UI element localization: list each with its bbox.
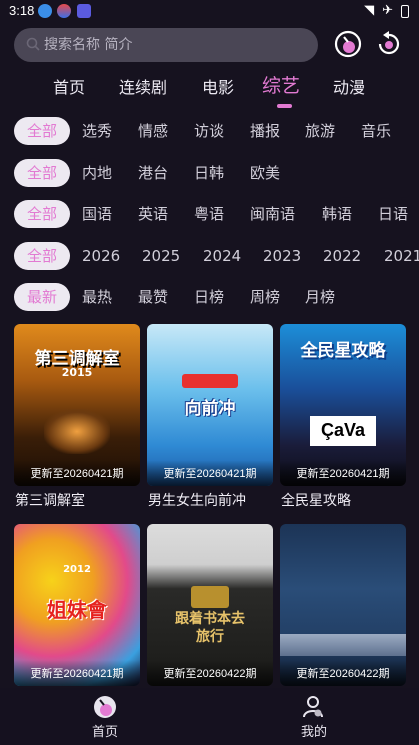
- filter-chip[interactable]: 2022: [323, 242, 361, 270]
- filter-chip[interactable]: 内地: [82, 159, 112, 187]
- tab-anime[interactable]: 动漫: [333, 74, 365, 98]
- tab-home[interactable]: 首页: [53, 74, 85, 98]
- show-title[interactable]: 全民星攻略: [281, 490, 351, 510]
- battery-icon: [401, 4, 409, 18]
- filter-chip[interactable]: 日榜: [194, 283, 224, 311]
- tab-series[interactable]: 连续剧: [119, 74, 167, 98]
- filter-chip[interactable]: 情感: [138, 117, 168, 145]
- filter-chip[interactable]: 闽南语: [250, 200, 295, 228]
- update-badge: 更新至20260421期: [14, 460, 140, 486]
- nav-profile[interactable]: 我的: [274, 688, 354, 745]
- filter-chip[interactable]: 最赞: [138, 283, 168, 311]
- filter-chip-selected[interactable]: 全部: [14, 159, 70, 187]
- show-poster[interactable]: 跟着书本去旅行 更新至20260422期: [147, 524, 273, 686]
- filter-row-year: 全部 2026 2025 2024 2023 2022 2021: [0, 242, 419, 272]
- search-input[interactable]: [44, 28, 304, 62]
- game-notification-icon: [77, 4, 91, 18]
- update-badge: 更新至20260422期: [280, 660, 406, 686]
- filter-chip-selected[interactable]: 最新: [14, 283, 70, 311]
- update-badge: 更新至20260422期: [147, 660, 273, 686]
- filter-chip-selected[interactable]: 全部: [14, 117, 70, 145]
- show-poster[interactable]: 向前冲 更新至20260421期: [147, 324, 273, 486]
- filter-chip[interactable]: 2026: [82, 242, 120, 270]
- filter-chip[interactable]: 2024: [203, 242, 241, 270]
- show-title[interactable]: 第三调解室: [15, 490, 85, 510]
- history-ring-icon[interactable]: [332, 28, 364, 60]
- nav-home-label: 首页: [91, 725, 118, 740]
- show-title[interactable]: 男生女生向前冲: [148, 490, 246, 510]
- nav-profile-label: 我的: [300, 725, 327, 740]
- filter-chip[interactable]: 韩语: [322, 200, 352, 228]
- filter-chip[interactable]: 音乐: [361, 117, 391, 145]
- search-icon: [26, 37, 40, 51]
- poster-brand-text: ÇaVa: [320, 420, 366, 440]
- filter-chip[interactable]: 月榜: [305, 283, 335, 311]
- active-tab-indicator: [277, 104, 292, 108]
- poster-title-text: 姐妹會: [47, 598, 107, 622]
- poster-year-text: 2015: [61, 366, 93, 379]
- filter-row-category: 全部 选秀 情感 访谈 播报 旅游 音乐: [0, 117, 419, 147]
- poster-title-text: 向前冲: [184, 399, 236, 419]
- filter-chip[interactable]: 播报: [250, 117, 280, 145]
- filter-row-sort: 最新 最热 最赞 日榜 周榜 月榜: [0, 283, 419, 313]
- update-badge: 更新至20260421期: [280, 460, 406, 486]
- home-icon: [94, 696, 116, 718]
- poster-year-text: 2012: [63, 564, 91, 575]
- tab-variety[interactable]: 综艺: [262, 71, 300, 98]
- filter-chip-selected[interactable]: 全部: [14, 242, 70, 270]
- filter-chip[interactable]: 英语: [138, 200, 168, 228]
- show-poster[interactable]: 全民星攻略 ÇaVa 更新至20260421期: [280, 324, 406, 486]
- status-time: 3:18: [9, 3, 35, 18]
- filter-chip[interactable]: 日韩: [194, 159, 224, 187]
- category-tabs: 首页 连续剧 电影 综艺 动漫: [0, 66, 419, 108]
- filter-chip[interactable]: 日语: [378, 200, 408, 228]
- bottom-nav: 首页 我的: [0, 688, 419, 745]
- filter-chip[interactable]: 港台: [138, 159, 168, 187]
- tab-movies[interactable]: 电影: [202, 74, 234, 98]
- filter-chip[interactable]: 旅游: [305, 117, 335, 145]
- filter-chip[interactable]: 欧美: [250, 159, 280, 187]
- poster-title-text: 全民星攻略: [300, 341, 386, 361]
- filter-chip[interactable]: 最热: [82, 283, 112, 311]
- poster-title-text: 跟着书本去旅行: [175, 611, 245, 645]
- filter-chip[interactable]: 2021: [384, 242, 419, 270]
- refresh-icon[interactable]: [373, 28, 405, 60]
- filter-chip-selected[interactable]: 全部: [14, 200, 70, 228]
- airplane-icon: ✈: [382, 3, 393, 18]
- poster-horizon: [280, 634, 406, 656]
- filter-row-language: 全部 国语 英语 粤语 闽南语 韩语 日语: [0, 200, 419, 230]
- app-notification-icon: [57, 4, 71, 18]
- show-poster[interactable]: 2012 姐妹會 更新至20260421期: [14, 524, 140, 686]
- poster-book-icon: [191, 586, 229, 608]
- wifi-icon: ◥: [364, 3, 375, 18]
- poster-logo: [182, 374, 238, 388]
- update-badge: 更新至20260421期: [14, 660, 140, 686]
- status-bar: 3:18 ◥ ✈: [0, 0, 419, 24]
- notification-icon: [38, 4, 52, 18]
- filter-chip[interactable]: 2025: [142, 242, 180, 270]
- filter-row-region: 全部 内地 港台 日韩 欧美: [0, 159, 419, 189]
- profile-icon: [303, 696, 323, 718]
- filter-chip[interactable]: 国语: [82, 200, 112, 228]
- show-poster[interactable]: 更新至20260422期: [280, 524, 406, 686]
- show-poster[interactable]: 第三调解室 2015 更新至20260421期: [14, 324, 140, 486]
- search-bar[interactable]: [14, 28, 318, 62]
- filter-chip[interactable]: 2023: [263, 242, 301, 270]
- filter-chip[interactable]: 访谈: [194, 117, 224, 145]
- update-badge: 更新至20260421期: [147, 460, 273, 486]
- poster-silhouette: [44, 409, 110, 454]
- filter-chip[interactable]: 周榜: [250, 283, 280, 311]
- filter-chip[interactable]: 选秀: [82, 117, 112, 145]
- filter-chip[interactable]: 粤语: [194, 200, 224, 228]
- nav-home[interactable]: 首页: [65, 688, 145, 745]
